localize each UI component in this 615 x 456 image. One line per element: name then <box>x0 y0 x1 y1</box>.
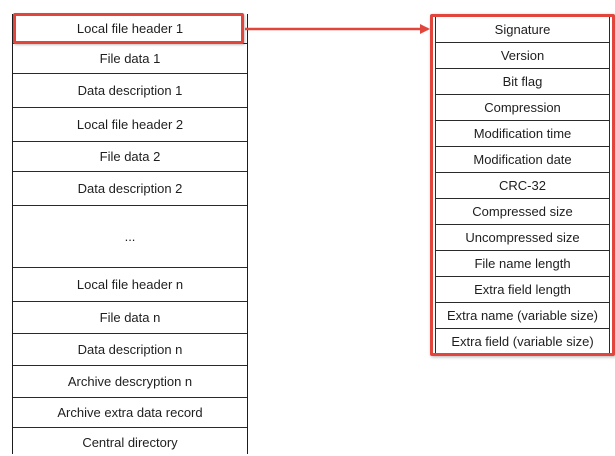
cell-central-directory: Central directory <box>82 434 178 450</box>
field-modification-date: Modification date <box>436 147 609 173</box>
highlight-local-file-header-1 <box>13 13 244 44</box>
field-extra-field-length: Extra field length <box>436 277 609 303</box>
cell-file-data-n: File data n <box>13 302 247 334</box>
local-file-header-fields: Signature Version Bit flag Compression M… <box>430 14 615 356</box>
field-compression: Compression <box>436 95 609 121</box>
field-file-name-length: File name length <box>436 251 609 277</box>
cell-local-file-header-2: Local file header 2 <box>13 108 247 142</box>
cell-data-description-n: Data description n <box>13 334 247 366</box>
field-crc-32: CRC-32 <box>436 173 609 199</box>
field-modification-time: Modification time <box>436 121 609 147</box>
cell-file-data-1: File data 1 <box>13 44 247 74</box>
field-uncompressed-size: Uncompressed size <box>436 225 609 251</box>
field-version: Version <box>436 43 609 69</box>
field-signature: Signature <box>436 17 609 43</box>
cell-ellipsis: ... <box>13 206 247 268</box>
field-bit-flag: Bit flag <box>436 69 609 95</box>
cell-file-data-2: File data 2 <box>13 142 247 172</box>
cell-data-description-1: Data description 1 <box>13 74 247 108</box>
field-extra-name: Extra name (variable size) <box>436 303 609 329</box>
field-extra-field: Extra field (variable size) <box>451 333 594 349</box>
fields-inner-frame: Signature Version Bit flag Compression M… <box>435 17 610 353</box>
cell-data-description-2: Data description 2 <box>13 172 247 206</box>
cell-archive-decryption-n: Archive descryption n <box>13 366 247 398</box>
zip-structure-stack: Local file header 1 File data 1 Data des… <box>12 14 248 454</box>
cell-local-file-header-n: Local file header n <box>13 268 247 302</box>
field-compressed-size: Compressed size <box>436 199 609 225</box>
cell-archive-extra-data-record: Archive extra data record <box>13 398 247 428</box>
